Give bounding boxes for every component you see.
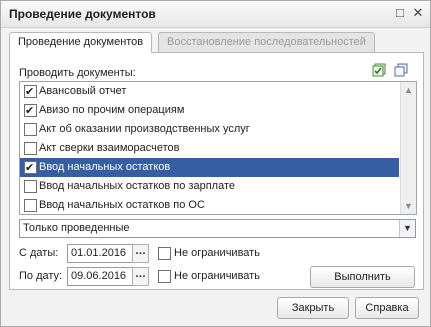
date-from-label: С даты: — [19, 247, 59, 259]
copy-icon[interactable] — [394, 63, 408, 77]
title-bar[interactable]: Проведение документов □ ✕ — [1, 1, 430, 28]
date-from-picker-button[interactable]: … — [132, 244, 149, 263]
tab-posting[interactable]: Проведение документов — [9, 32, 153, 53]
list-item[interactable]: Акт об оказании производственных услуг — [20, 120, 399, 139]
date-to-unlimited-label: Не ограничивать — [174, 270, 260, 282]
maximize-icon[interactable]: □ — [393, 6, 407, 20]
document-label: Акт об оказании производственных услуг — [39, 123, 250, 135]
date-to-label: По дату: — [19, 270, 63, 282]
list-item[interactable]: Ввод начальных остатков — [20, 158, 399, 178]
document-checkbox[interactable] — [24, 102, 37, 121]
execute-button[interactable]: Выполнить — [310, 266, 415, 288]
scroll-up-icon[interactable]: ▲ — [404, 85, 413, 95]
document-label: Акт сверки взаиморасчетов — [39, 142, 180, 154]
dialog-window: Проведение документов □ ✕ Проведение док… — [0, 0, 431, 327]
close-button[interactable]: Закрыть — [277, 297, 349, 319]
document-label: Ввод начальных остатков по зарплате — [39, 180, 235, 192]
document-checkbox[interactable] — [24, 199, 37, 212]
list-item[interactable]: Ввод начальных остатков по ОС — [20, 196, 399, 214]
documents-section-label: Проводить документы: — [19, 67, 136, 79]
date-from-unlimited-label: Не ограничивать — [174, 247, 260, 259]
list-scrollbar[interactable]: ▲ ▼ — [400, 82, 416, 214]
list-item[interactable]: Авизо по прочим операциям — [20, 101, 399, 121]
date-to-value: 09.06.2016 — [71, 270, 127, 282]
document-checkbox[interactable] — [24, 83, 37, 102]
date-to-unlimited-checkbox[interactable] — [158, 270, 171, 283]
help-button[interactable]: Справка — [355, 297, 419, 319]
document-label: Ввод начальных остатков — [39, 161, 171, 173]
documents-list[interactable]: Авансовый отчет Авизо по прочим операция… — [19, 81, 417, 215]
document-label: Ввод начальных остатков по ОС — [39, 199, 205, 211]
date-to-picker-button[interactable]: … — [132, 267, 149, 286]
close-icon[interactable]: ✕ — [411, 6, 425, 20]
document-checkbox[interactable] — [24, 159, 37, 178]
filter-select[interactable]: Только проведенные ▼ — [19, 219, 416, 238]
chevron-down-icon[interactable]: ▼ — [399, 220, 415, 237]
document-label: Авизо по прочим операциям — [39, 104, 185, 116]
document-checkbox[interactable] — [24, 180, 37, 193]
window-title: Проведение документов — [9, 7, 156, 21]
document-label: Авансовый отчет — [39, 85, 127, 97]
document-checkbox[interactable] — [24, 123, 37, 136]
list-item[interactable]: Акт сверки взаиморасчетов — [20, 139, 399, 158]
tab-restore-sequences[interactable]: Восстановление последовательностей — [158, 32, 375, 52]
scroll-down-icon[interactable]: ▼ — [404, 201, 413, 211]
filter-value: Только проведенные — [23, 222, 130, 234]
date-from-value: 01.01.2016 — [71, 247, 127, 259]
check-all-icon[interactable] — [372, 63, 386, 77]
date-from-unlimited-checkbox[interactable] — [158, 247, 171, 260]
list-item[interactable]: Авансовый отчет — [20, 82, 399, 102]
list-item[interactable]: Ввод начальных остатков по зарплате — [20, 177, 399, 196]
document-checkbox[interactable] — [24, 142, 37, 155]
